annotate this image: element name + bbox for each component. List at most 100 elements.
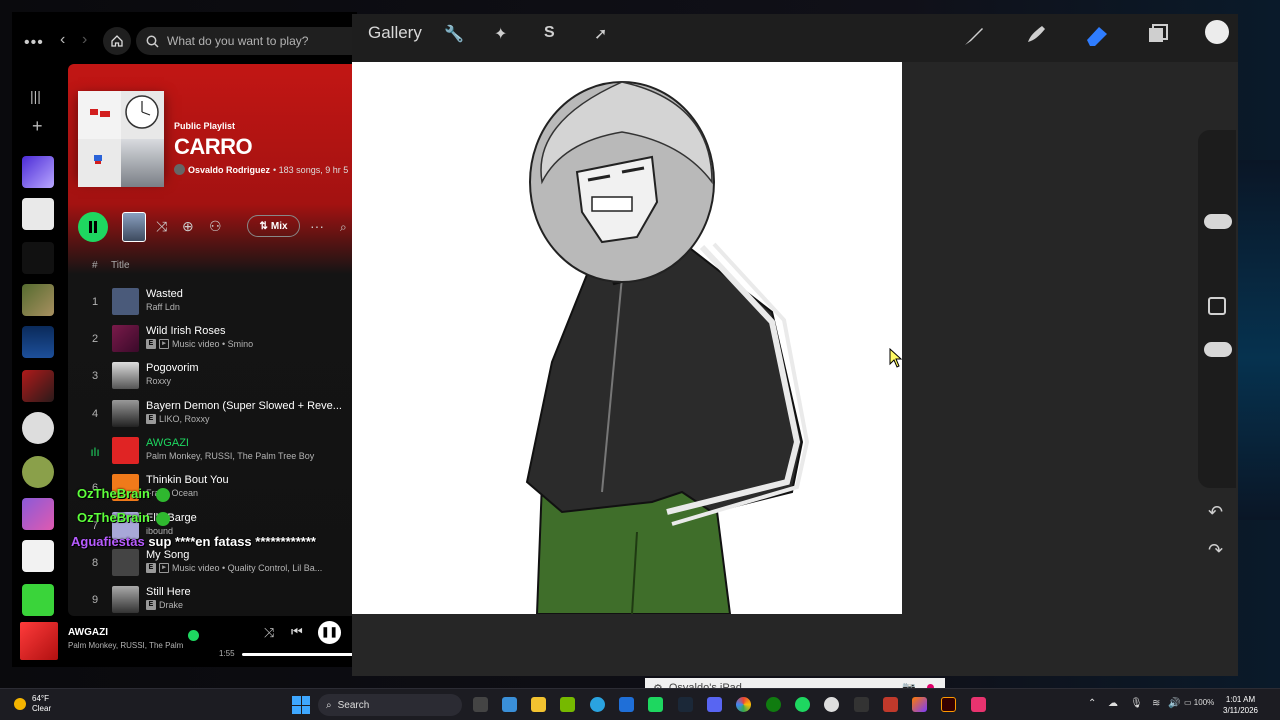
sidebar-playlist-3[interactable]: [22, 284, 54, 316]
now-playing-artwork[interactable]: [20, 622, 58, 660]
screen-mirroring-app-icon[interactable]: [971, 697, 986, 712]
opacity-slider[interactable]: [1204, 342, 1232, 357]
track-row[interactable]: 8 My Song E ▸ Music video • Quality Contro…: [68, 545, 357, 581]
steam-app-icon[interactable]: [678, 697, 693, 712]
spotify-app-icon[interactable]: [795, 697, 810, 712]
track-title[interactable]: Wild Irish Roses: [146, 325, 225, 337]
nvidia-app-icon[interactable]: [560, 697, 575, 712]
wifi-icon[interactable]: ≋: [1152, 698, 1160, 709]
chrome-app-icon[interactable]: [736, 697, 751, 712]
microphone-icon[interactable]: 🎙: [1130, 698, 1143, 709]
brush-size-slider[interactable]: [1204, 214, 1232, 229]
search-input[interactable]: What do you want to play?: [136, 27, 357, 55]
track-artist-text[interactable]: Music video • Quality Control, Lil Ba...: [172, 563, 322, 573]
app-icon[interactable]: [912, 697, 927, 712]
task-view-icon[interactable]: [473, 697, 488, 712]
app-icon[interactable]: [883, 697, 898, 712]
track-artist-text[interactable]: Drake: [159, 600, 183, 610]
weather-widget[interactable]: 64°F Clear: [14, 694, 51, 714]
illustrator-app-icon[interactable]: [941, 697, 956, 712]
transform-arrow-icon[interactable]: ➚: [594, 24, 607, 44]
sidebar-playlist-5[interactable]: [22, 370, 54, 402]
brush-icon[interactable]: [962, 24, 986, 48]
taskbar-search[interactable]: ⌕ Search: [318, 694, 462, 716]
playlist-search-icon[interactable]: ⌕: [340, 220, 347, 235]
now-playing-artist[interactable]: Palm Monkey, RUSSI, The Palm: [68, 641, 183, 650]
discord-app-icon[interactable]: [707, 697, 722, 712]
sidebar-artist-2[interactable]: [22, 456, 54, 488]
sidebar-playlist-6[interactable]: [22, 498, 54, 530]
column-header-title[interactable]: Title: [111, 260, 130, 271]
play-pause-button[interactable]: [78, 212, 108, 242]
track-title[interactable]: Thinkin Bout You: [146, 474, 229, 486]
sidebar-playlist-carro[interactable]: [22, 198, 54, 230]
sidebar-liked-songs[interactable]: [22, 156, 54, 188]
forward-arrow-icon[interactable]: ›: [82, 31, 87, 49]
sidebar-playlist-2[interactable]: [22, 242, 54, 274]
battery-indicator[interactable]: ▭ 100%: [1184, 698, 1214, 707]
undo-icon[interactable]: ↶: [1208, 502, 1223, 523]
create-plus-icon[interactable]: +: [32, 116, 43, 137]
drawing-canvas[interactable]: [352, 62, 902, 614]
track-title[interactable]: Wasted: [146, 288, 183, 300]
saved-check-icon[interactable]: [188, 630, 199, 641]
more-menu-icon[interactable]: •••: [24, 34, 44, 52]
now-playing-title[interactable]: AWGAZI: [68, 627, 108, 638]
track-artist-text[interactable]: Raff Ldn: [146, 302, 180, 312]
home-button[interactable]: [103, 27, 131, 55]
xbox-app-icon[interactable]: [766, 697, 781, 712]
gallery-button[interactable]: Gallery: [368, 23, 422, 43]
smudge-icon[interactable]: [1024, 22, 1048, 46]
selection-icon[interactable]: S: [544, 24, 555, 42]
pause-button[interactable]: ❚❚: [318, 621, 341, 644]
file-explorer-icon[interactable]: [531, 697, 546, 712]
track-artist-text[interactable]: LIKO, Roxxy: [159, 414, 210, 424]
playlist-owner[interactable]: Osvaldo Rodriguez: [188, 165, 270, 175]
track-artist-text[interactable]: Music video • Smino: [172, 339, 253, 349]
track-row[interactable]: 9 Still Here E Drake: [68, 582, 357, 616]
color-picker-button[interactable]: [1205, 20, 1229, 44]
photos-app-icon[interactable]: [502, 697, 517, 712]
eraser-icon[interactable]: [1084, 22, 1110, 48]
track-row[interactable]: 2 Wild Irish Roses E ▸ Music video • Smino: [68, 321, 357, 357]
wrench-icon[interactable]: 🔧: [444, 24, 464, 44]
modify-button[interactable]: [1208, 297, 1226, 315]
obs-app-icon[interactable]: [824, 697, 839, 712]
app-icon[interactable]: [854, 697, 869, 712]
procreate-mirror-app-icon[interactable]: [648, 697, 663, 712]
download-icon[interactable]: ⊕: [182, 218, 194, 235]
library-icon[interactable]: |||: [30, 88, 41, 104]
progress-bar[interactable]: [242, 653, 357, 656]
add-user-icon[interactable]: ⚇: [209, 218, 222, 235]
back-arrow-icon[interactable]: ‹: [60, 31, 65, 49]
track-title[interactable]: AWGAZI: [146, 437, 189, 449]
more-options-icon[interactable]: ···: [310, 218, 324, 234]
start-button[interactable]: [292, 696, 310, 714]
mix-button[interactable]: ⇅ Mix: [247, 215, 300, 237]
track-title[interactable]: My Song: [146, 549, 189, 561]
shuffle-icon[interactable]: ⤨: [264, 625, 274, 641]
outlook-app-icon[interactable]: [619, 697, 634, 712]
redo-icon[interactable]: ↷: [1208, 540, 1223, 561]
track-row[interactable]: 4 Bayern Demon (Super Slowed + Reve... E…: [68, 396, 357, 432]
sidebar-artist-1[interactable]: [22, 412, 54, 444]
sidebar-wrapped-2022[interactable]: [22, 584, 54, 616]
track-artist-text[interactable]: Palm Monkey, RUSSI, The Palm Tree Boy: [146, 451, 314, 461]
previous-icon[interactable]: ⏮: [291, 624, 303, 640]
sidebar-playlist-4[interactable]: [22, 326, 54, 358]
track-title[interactable]: Pogovorim: [146, 362, 199, 374]
magic-wand-icon[interactable]: ✦: [494, 24, 507, 44]
playlist-preview-thumb[interactable]: [122, 212, 146, 242]
track-artist-text[interactable]: Roxxy: [146, 376, 171, 386]
track-title[interactable]: Still Here: [146, 586, 191, 598]
track-row[interactable]: 3 Pogovorim Roxxy: [68, 358, 357, 394]
onedrive-icon[interactable]: ☁: [1108, 698, 1118, 709]
telegram-app-icon[interactable]: [590, 697, 605, 712]
layers-icon[interactable]: [1146, 22, 1170, 46]
show-hidden-icons-icon[interactable]: ⌃: [1088, 698, 1096, 709]
track-row[interactable]: 1 Wasted Raff Ldn: [68, 284, 357, 320]
system-clock[interactable]: 1:01 AM 3/11/2026: [1223, 694, 1258, 716]
volume-icon[interactable]: 🔊: [1168, 698, 1180, 709]
sidebar-playlist-7[interactable]: [22, 540, 54, 572]
track-title[interactable]: Bayern Demon (Super Slowed + Reve...: [146, 400, 342, 412]
